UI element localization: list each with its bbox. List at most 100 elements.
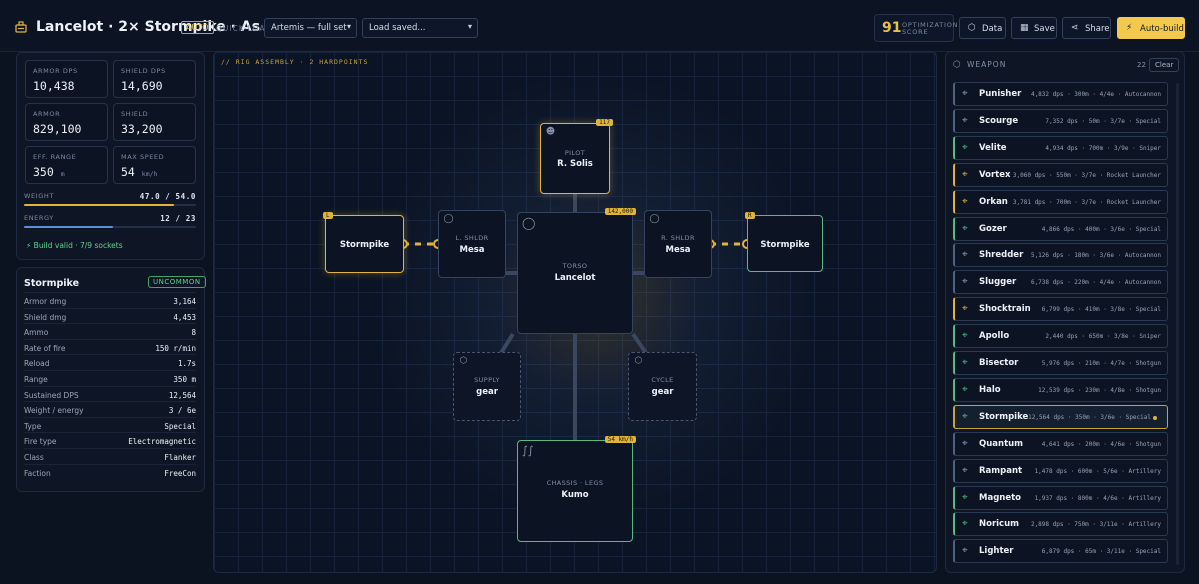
prop-value: 150 r/min	[155, 343, 196, 353]
weapon-list-item[interactable]: ⌖ Noricum 2,898 dps · 750m · 3/11e · Artil…	[953, 512, 1168, 537]
weapon-prop-row: Class Flanker	[24, 448, 196, 464]
crosshair-icon: ⌖	[962, 383, 968, 395]
auto-build-button[interactable]: ⚡ Auto-build	[1117, 17, 1185, 39]
stat-label: ARMOR	[33, 110, 61, 118]
weapon-list-item[interactable]: ⌖ Bisector 5,976 dps · 210m · 4/7e · Shotg…	[953, 351, 1168, 375]
weight-value: 47.0 / 54.0	[139, 192, 196, 201]
weapon-list-item[interactable]: ⌖ Gozer 4,866 dps · 400m · 3/6e · Special	[953, 216, 1168, 241]
stat-armor: ARMOR 829,100	[25, 103, 108, 141]
prop-value: 12,564	[168, 390, 196, 400]
energy-label: ENERGY	[24, 214, 54, 222]
supply-module[interactable]: ⬡ SUPPLY gear	[453, 352, 521, 421]
weapon-list-item[interactable]: ⌖ Stormpike 12,564 dps · 350m · 3/6e · Spe…	[953, 404, 1168, 429]
crosshair-icon: ⌖	[962, 222, 968, 234]
weapon-name: Scourge	[979, 115, 1019, 126]
weapon-name: Shredder	[979, 250, 1024, 261]
weapon-prop-row: Range 350 m	[24, 370, 196, 386]
shield-icon: ◯	[649, 214, 660, 224]
weight-row: WEIGHT 47.0 / 54.0	[24, 192, 196, 201]
share-button[interactable]: ⋖ Share	[1062, 17, 1111, 39]
crosshair-icon: ⌖	[962, 141, 968, 153]
weapon-meta: 6,799 dps · 410m · 3/8e · Special	[1041, 306, 1161, 314]
weapon-name: Stormpike	[979, 411, 1029, 422]
energy-bar-fill	[24, 226, 114, 228]
weapon-prop-row: Ammo 8	[24, 323, 196, 339]
weapon-list-item[interactable]: ⌖ Quantum 4,641 dps · 200m · 4/6e · Shotgu…	[953, 431, 1168, 456]
prop-value: Electromagnetic	[128, 437, 196, 447]
weapon-list-item[interactable]: ⌖ Punisher 4,832 dps · 300m · 4/4e · Autoc…	[953, 82, 1168, 106]
pilot-tag: 117	[596, 119, 613, 126]
weapon-list-item[interactable]: ⌖ Rampant 1,478 dps · 600m · 5/6e · Artill…	[953, 458, 1168, 483]
weapon-list-item[interactable]: ⌖ Magneto 1,937 dps · 800m · 4/6e · Artill…	[953, 485, 1168, 510]
weapon-list-item[interactable]: ⌖ Shredder 5,126 dps · 180m · 3/6e · Autoc…	[953, 243, 1168, 268]
weapon-count: 22	[1137, 61, 1146, 69]
right-shoulder-module[interactable]: ◯ R. SHLDR Mesa	[644, 210, 712, 278]
left-weapon-module[interactable]: L Stormpike	[323, 212, 404, 273]
pilot-icon: ☻	[545, 127, 556, 137]
weapon-name: Lighter	[979, 546, 1014, 557]
pilot-module[interactable]: ☻ 117 PILOT R. Solis	[540, 119, 613, 194]
stat-max-speed: MAX SPEED 54 km/h	[113, 146, 196, 184]
torso-module[interactable]: ◯ 142,000 TORSO Lancelot	[517, 208, 636, 334]
weapon-name: Slugger	[979, 277, 1017, 288]
prop-key: Shield dmg	[24, 312, 67, 322]
preset-select[interactable]: Artemis — full set ▾	[264, 18, 357, 38]
left-shoulder-module[interactable]: ◯ L. SHLDR Mesa	[438, 210, 506, 278]
weapon-name: Noricum	[979, 519, 1020, 530]
prop-key: Rate of fire	[24, 343, 66, 353]
load-saved-select[interactable]: Load saved... ▾	[362, 18, 478, 38]
chevron-down-icon: ▾	[467, 22, 472, 31]
cycle-cat: CYCLE	[651, 376, 674, 384]
data-button[interactable]: ⬡ Data	[959, 17, 1006, 39]
weapon-meta: 2,898 dps · 750m · 3/11e · Artillery	[1030, 521, 1161, 529]
weapon-meta: 5,976 dps · 210m · 4/7e · Shotgun	[1041, 360, 1161, 367]
weapon-list-item[interactable]: ⌖ Scourge 7,352 dps · 50m · 3/7e · Special	[953, 108, 1168, 133]
torso-name: Lancelot	[554, 273, 596, 283]
weight-label: WEIGHT	[24, 192, 54, 200]
clear-button[interactable]: Clear	[1149, 58, 1180, 72]
chevron-down-icon: ▾	[346, 22, 351, 31]
torso-tag: 142,000	[604, 208, 636, 215]
stat-value: 350	[33, 165, 54, 179]
check-bolt-icon: ⚡	[26, 241, 32, 250]
weapon-list-item[interactable]: ⌖ Vortex 3,060 dps · 550m · 3/7e · Rocket …	[953, 162, 1168, 187]
weapon-list-item[interactable]: ⌖ Halo 12,539 dps · 230m · 4/8e · Shotgun	[953, 377, 1168, 402]
cube-icon: ⬡	[953, 60, 961, 70]
preset-select-value: Artemis — full set	[271, 23, 347, 33]
r-shldr-cat: R. SHLDR	[661, 234, 695, 242]
weapon-prop-row: Faction FreeCon	[24, 463, 196, 480]
prop-value: Flanker	[164, 453, 196, 462]
weapon-panel-title: WEAPON	[967, 60, 1007, 69]
weapon-name: Velite	[979, 142, 1007, 153]
weapon-list-item[interactable]: ⌖ Velite 4,934 dps · 700m · 3/9e · Sniper	[953, 135, 1168, 160]
pilot-name: R. Solis	[557, 159, 593, 169]
weapon-list-item[interactable]: ⌖ Lighter 6,879 dps · 65m · 3/11e · Specia…	[953, 539, 1168, 564]
weapon-list-scrollbar[interactable]	[1176, 83, 1179, 565]
chassis-module[interactable]: ∫∫ 54 km/h CHASSIS · LEGS Kumo	[517, 436, 636, 542]
weapon-list-item[interactable]: ⌖ Orkan 3,781 dps · 700m · 3/7e · Rocket L…	[953, 189, 1168, 214]
crosshair-icon: ⌖	[962, 437, 968, 449]
weapon-list-item[interactable]: ⌖ Slugger 6,738 dps · 220m · 4/4e · Autoca…	[953, 270, 1168, 295]
l-shldr-cat: L. SHLDR	[455, 234, 489, 242]
right-weapon-module[interactable]: R Stormpike	[745, 212, 823, 272]
weapon-prop-row: Fire type Electromagnetic	[24, 432, 196, 448]
auto-badge: AUTO	[181, 21, 214, 34]
cycle-module[interactable]: ⬡ CYCLE gear	[628, 352, 697, 421]
stat-label: MAX SPEED	[121, 153, 165, 161]
weapon-detail-name: Stormpike	[24, 278, 80, 289]
weapon-meta: 2,440 dps · 650m · 3/8e · Sniper	[1045, 333, 1161, 341]
prop-value: 3,164	[173, 297, 196, 306]
weapon-meta: 4,866 dps · 400m · 3/6e · Special	[1041, 225, 1161, 233]
weapon-list-item[interactable]: ⌖ Shocktrain 6,799 dps · 410m · 3/8e · Spe…	[953, 297, 1168, 322]
weapon-meta: 3,781 dps · 700m · 3/7e · Rocket Launche…	[1012, 198, 1161, 206]
shield-icon: ◯	[522, 216, 536, 230]
optimization-score: 91 OPTIMIZATION SCORE	[874, 14, 958, 42]
weapon-list-item[interactable]: ⌖ Apollo 2,440 dps · 650m · 3/8e · Sniper	[953, 324, 1168, 349]
shield-icon: ◯	[443, 214, 454, 224]
prop-key: Class	[24, 453, 44, 462]
prop-value: FreeCon	[164, 468, 196, 478]
prop-key: Range	[24, 375, 48, 384]
cube-icon: ⬡	[634, 356, 643, 366]
save-button[interactable]: ▦ Save	[1011, 17, 1057, 39]
weapon-prop-row: Armor dmg 3,164	[24, 292, 196, 308]
